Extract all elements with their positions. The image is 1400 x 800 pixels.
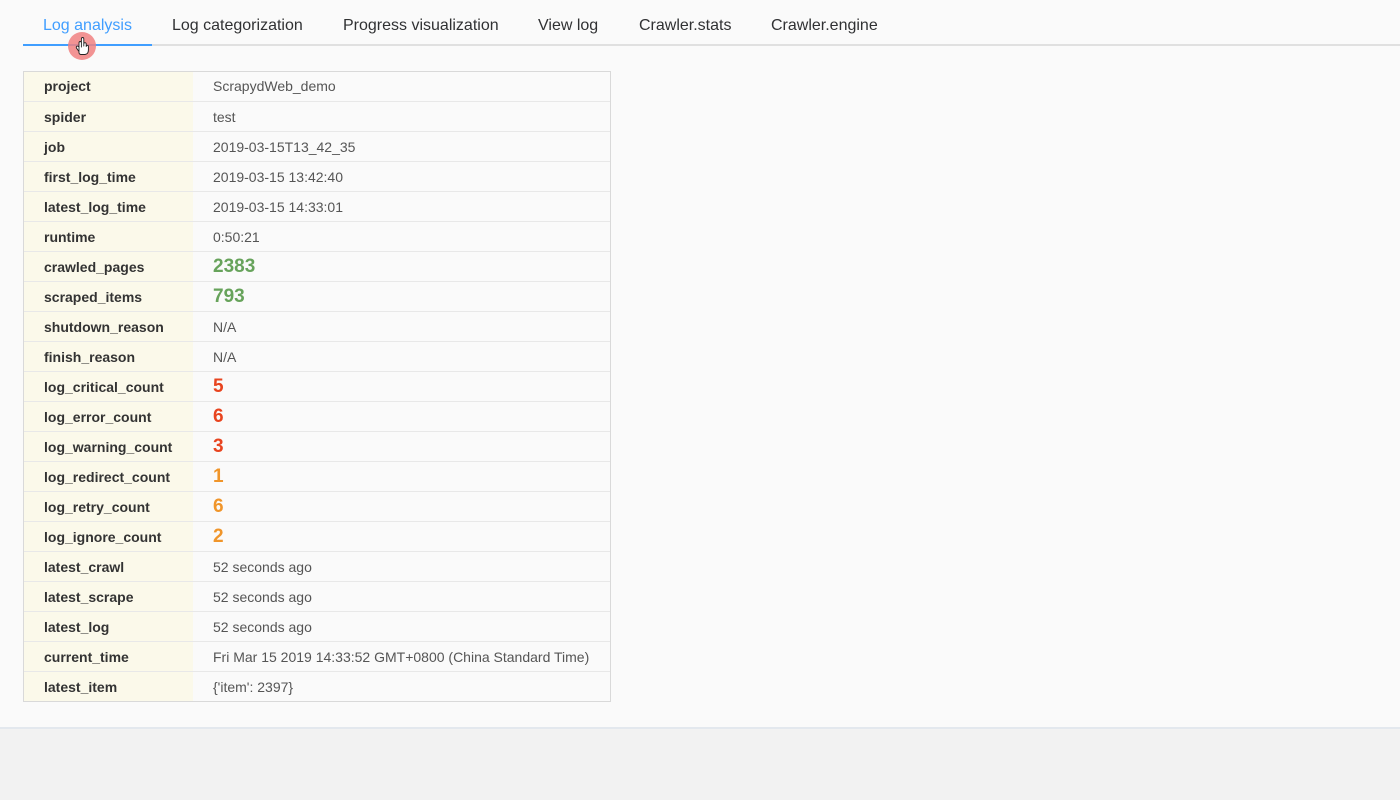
stat-value: 2019-03-15 13:42:40 xyxy=(213,169,343,185)
stat-row-log-critical-count: log_critical_count 5 xyxy=(24,371,610,401)
stat-row-log-redirect-count: log_redirect_count 1 xyxy=(24,461,610,491)
stat-key: spider xyxy=(24,102,193,131)
stat-key: project xyxy=(24,72,193,101)
tab-view-log[interactable]: View log xyxy=(538,0,598,46)
stat-key: shutdown_reason xyxy=(24,312,193,341)
stat-key: latest_item xyxy=(24,672,193,701)
stat-value: 6 xyxy=(213,496,224,517)
stat-row-finish-reason: finish_reason N/A xyxy=(24,341,610,371)
tab-crawler-engine[interactable]: Crawler.engine xyxy=(771,0,878,46)
stat-value: 0:50:21 xyxy=(213,229,260,245)
stat-key: job xyxy=(24,132,193,161)
stat-key: latest_scrape xyxy=(24,582,193,611)
stat-value: N/A xyxy=(213,319,237,335)
stat-value: 2019-03-15 14:33:01 xyxy=(213,199,343,215)
stat-key: latest_log_time xyxy=(24,192,193,221)
stat-value: ScrapydWeb_demo xyxy=(213,78,336,94)
stat-row-current-time: current_time Fri Mar 15 2019 14:33:52 GMT… xyxy=(24,641,610,671)
stat-row-first-log-time: first_log_time 2019-03-15 13:42:40 xyxy=(24,161,610,191)
stat-key: log_warning_count xyxy=(24,432,193,461)
stat-row-latest-crawl: latest_crawl 52 seconds ago xyxy=(24,551,610,581)
hand-pointer-icon xyxy=(67,31,97,61)
stat-value: 793 xyxy=(213,286,245,307)
stat-row-job: job 2019-03-15T13_42_35 xyxy=(24,131,610,161)
stat-row-log-ignore-count: log_ignore_count 2 xyxy=(24,521,610,551)
stat-value: Fri Mar 15 2019 14:33:52 GMT+0800 (China… xyxy=(213,649,590,665)
tab-progress-visualization[interactable]: Progress visualization xyxy=(343,0,499,46)
stat-key: log_ignore_count xyxy=(24,522,193,551)
stat-row-shutdown-reason: shutdown_reason N/A xyxy=(24,311,610,341)
stat-row-runtime: runtime 0:50:21 xyxy=(24,221,610,251)
stat-value: 2019-03-15T13_42_35 xyxy=(213,139,356,155)
stat-key: scraped_items xyxy=(24,282,193,311)
stat-value: 1 xyxy=(213,466,224,487)
stat-key: log_critical_count xyxy=(24,372,193,401)
stat-row-latest-log: latest_log 52 seconds ago xyxy=(24,611,610,641)
stat-value: test xyxy=(213,109,236,125)
stat-value: 52 seconds ago xyxy=(213,589,312,605)
stat-value: 6 xyxy=(213,406,224,427)
stat-value: N/A xyxy=(213,349,237,365)
stat-row-log-error-count: log_error_count 6 xyxy=(24,401,610,431)
stat-key: latest_crawl xyxy=(24,552,193,581)
log-analysis-panel: Log analysis Log categorization Progress… xyxy=(0,0,1400,729)
stat-key: finish_reason xyxy=(24,342,193,371)
stat-key: latest_log xyxy=(24,612,193,641)
stat-key: log_retry_count xyxy=(24,492,193,521)
stat-value: 3 xyxy=(213,436,224,457)
stat-value: 2 xyxy=(213,526,224,547)
stat-row-crawled-pages: crawled_pages 2383 xyxy=(24,251,610,281)
stat-row-spider: spider test xyxy=(24,101,610,131)
stat-value: 52 seconds ago xyxy=(213,559,312,575)
stat-key: log_redirect_count xyxy=(24,462,193,491)
tab-crawler-stats[interactable]: Crawler.stats xyxy=(639,0,731,46)
tab-log-categorization[interactable]: Log categorization xyxy=(172,0,303,46)
stat-value: 2383 xyxy=(213,256,256,277)
stat-value: {'item': 2397} xyxy=(213,679,294,695)
log-stats-table: project ScrapydWeb_demospider test job 2019-… xyxy=(23,71,611,702)
stat-key: current_time xyxy=(24,642,193,671)
stat-row-log-warning-count: log_warning_count 3 xyxy=(24,431,610,461)
stat-row-log-retry-count: log_retry_count 6 xyxy=(24,491,610,521)
stat-row-latest-scrape: latest_scrape 52 seconds ago xyxy=(24,581,610,611)
stat-value: 5 xyxy=(213,376,224,397)
stat-row-latest-item: latest_item {'item': 2397} xyxy=(24,671,610,701)
stat-key: crawled_pages xyxy=(24,252,193,281)
stat-value: 52 seconds ago xyxy=(213,619,312,635)
stat-key: first_log_time xyxy=(24,162,193,191)
stat-row-scraped-items: scraped_items 793 xyxy=(24,281,610,311)
stat-row-latest-log-time: latest_log_time 2019-03-15 14:33:01 xyxy=(24,191,610,221)
stat-row-project: project ScrapydWeb_demo xyxy=(24,72,610,101)
stat-key: log_error_count xyxy=(24,402,193,431)
stat-key: runtime xyxy=(24,222,193,251)
